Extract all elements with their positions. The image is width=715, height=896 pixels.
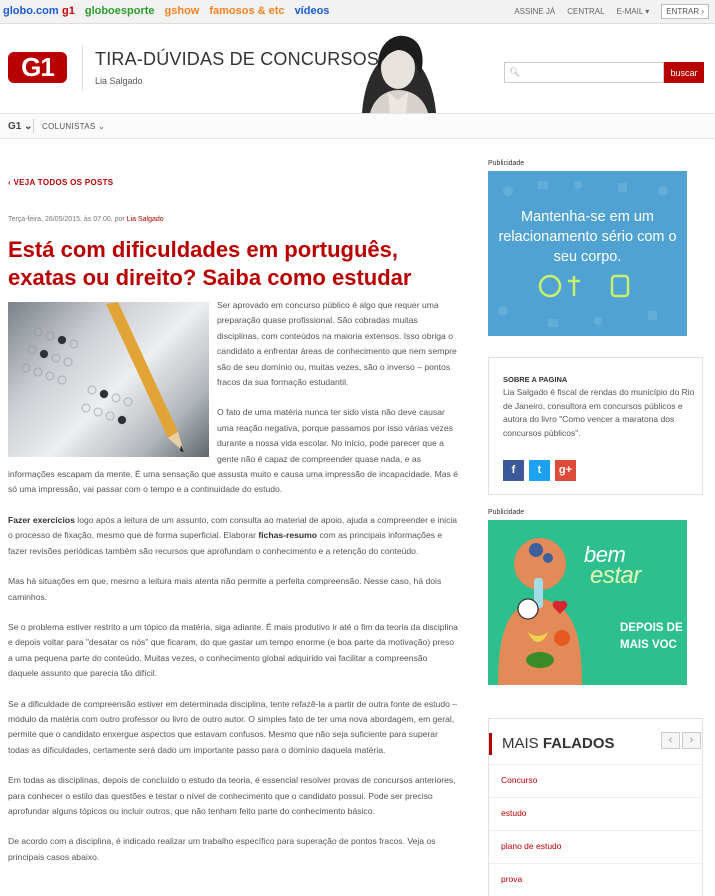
paragraph-7: Em todas as disciplinas, depois de concl…	[8, 775, 456, 816]
bem-estar-ad[interactable]: bem estar DEPOIS DE MAIS VOC	[488, 520, 687, 685]
globo-sites-menu: g1 globoesporte gshow famosos & etc víde…	[62, 5, 329, 17]
post-author-link[interactable]: Lia Salgado	[127, 216, 164, 223]
mais-falados-item[interactable]: estudo	[489, 797, 702, 830]
search-input[interactable]	[521, 65, 661, 80]
paragraph-3: Fazer exercícios logo após a leitura de …	[8, 513, 460, 559]
ad-banner-body[interactable]: Mantenha-se em um relacionamento sério c…	[488, 171, 687, 336]
paragraph-5: Se o problema estiver restrito a um tópi…	[8, 621, 458, 679]
about-heading: SOBRE A PAGINA	[503, 375, 568, 384]
ad-label-1: Publicidade	[488, 160, 525, 167]
section-nav: G1 ⌄ COLUNISTAS ⌄	[0, 113, 715, 139]
site-link-gshow[interactable]: gshow	[165, 5, 200, 17]
site-link-famosos[interactable]: famosos & etc	[209, 5, 284, 17]
post-date: Terça-feira, 26/05/2015, às 07:00, por	[8, 216, 127, 223]
mais-falados-accent	[489, 733, 492, 755]
header-divider	[82, 45, 83, 91]
search-icon: 🔍︎	[509, 67, 521, 77]
post-body: Ser aprovado em concurso público é algo …	[8, 298, 460, 880]
g1-logo[interactable]: G1	[8, 52, 67, 83]
central-link[interactable]: CENTRAL	[567, 7, 604, 16]
back-to-posts-link[interactable]: ‹ VEJA TODOS OS POSTS	[8, 178, 113, 187]
entrar-button[interactable]: ENTRAR ›	[661, 4, 709, 19]
globo-home-link[interactable]: globo.com	[3, 5, 59, 17]
paragraph-8: De acordo com a disciplina, é indicado r…	[8, 836, 436, 862]
about-page-box: SOBRE A PAGINA Lia Salgado é fiscal de r…	[488, 357, 703, 495]
ad2-tagline-line1: DEPOIS DE	[620, 622, 683, 634]
ad1-headline: Mantenha-se em um relacionamento sério c…	[498, 209, 677, 265]
about-text: Lia Salgado é fiscal de rendas do municí…	[503, 387, 695, 438]
nav-divider	[33, 119, 34, 133]
mais-falados-item[interactable]: prova	[489, 863, 702, 896]
bold-fichas-resumo: fichas-resumo	[258, 530, 318, 541]
answer-sheet-pencil-image	[8, 302, 209, 457]
ad2-tagline: DEPOIS DE MAIS VOC	[620, 620, 683, 654]
site-link-videos[interactable]: vídeos	[295, 5, 330, 17]
mais-falados-title-light: MAIS	[502, 735, 543, 752]
blog-title[interactable]: TIRA-DÚVIDAS DE CONCURSOS	[95, 49, 379, 70]
bold-exercicios: Fazer exercícios	[8, 514, 75, 525]
site-link-globoesporte[interactable]: globoesporte	[85, 5, 155, 17]
search-button[interactable]: buscar	[664, 62, 704, 83]
nav-colunistas-menu[interactable]: COLUNISTAS ⌄	[42, 122, 105, 131]
mais-falados-title-bold: FALADOS	[542, 735, 615, 752]
next-arrow-icon[interactable]: ›	[682, 732, 701, 749]
paragraph-6: Se a dificuldade de compreensão estiver …	[8, 698, 458, 755]
mais-falados-title: MAIS FALADOS	[502, 735, 615, 752]
ad-label-2: Publicidade	[488, 509, 525, 516]
googleplus-share-icon[interactable]: g+	[555, 460, 576, 481]
blog-author: Lia Salgado	[95, 76, 143, 86]
site-link-g1[interactable]: g1	[62, 5, 75, 17]
post-meta: Terça-feira, 26/05/2015, às 07:00, por L…	[8, 216, 164, 223]
author-portrait	[342, 28, 454, 113]
mais-falados-item[interactable]: plano de estudo	[489, 830, 702, 863]
mais-falados-box: MAIS FALADOS ‹ › Concurso estudo plano d…	[488, 718, 703, 896]
mais-falados-item[interactable]: Concurso	[489, 764, 702, 797]
post-title: Está com dificuldades em português, exat…	[8, 237, 412, 290]
prev-arrow-icon[interactable]: ‹	[661, 732, 680, 749]
paragraph-4: Mas há situações em que, mesmo a leitura…	[8, 576, 442, 602]
account-links: ASSINE JÁ CENTRAL E-MAIL ▾ ENTRAR ›	[514, 4, 709, 19]
globo-topbar: globo.com g1 globoesporte gshow famosos …	[0, 0, 715, 24]
email-link[interactable]: E-MAIL ▾	[617, 7, 650, 16]
twitter-share-icon[interactable]: t	[529, 460, 550, 481]
ad2-tagline-line2: MAIS VOC	[620, 639, 677, 651]
nav-g1-menu[interactable]: G1 ⌄	[8, 121, 33, 132]
search-box: 🔍︎	[504, 62, 664, 83]
blog-header: G1 TIRA-DÚVIDAS DE CONCURSOS Lia Salgado…	[0, 25, 715, 113]
facebook-share-icon[interactable]: f	[503, 460, 524, 481]
ad2-estar: estar	[590, 562, 641, 589]
assine-link[interactable]: ASSINE JÁ	[514, 7, 555, 16]
